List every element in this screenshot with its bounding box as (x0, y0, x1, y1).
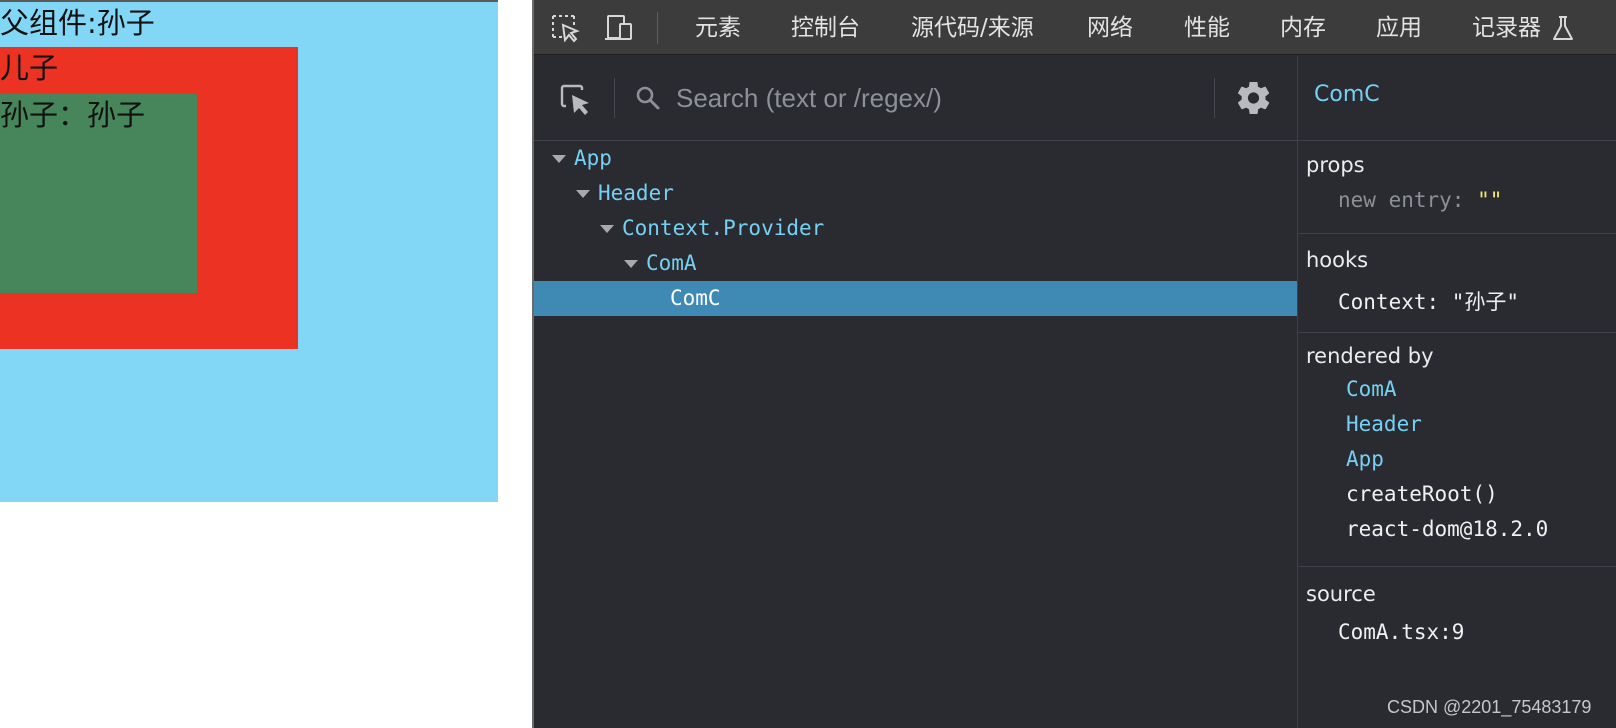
watermark: CSDN @2201_75483179 (1387, 697, 1592, 717)
grandson-component-box: 孙子：孙子 (0, 94, 197, 293)
new-entry-key[interactable]: new entry (1338, 188, 1452, 212)
tree-row-label: App (574, 146, 612, 170)
owner-react-dom: react-dom@18.2.0 (1346, 517, 1549, 541)
selected-component-name: ComC (1314, 82, 1380, 107)
grandson-label: 孙子：孙子 (0, 98, 146, 132)
props-section: props new entry: "" (1298, 141, 1616, 234)
search-separator (614, 78, 615, 118)
component-tree: App Header Context.Provider ComA ComC (534, 141, 1297, 728)
tree-row-label: Context.Provider (622, 216, 825, 240)
component-search-bar (534, 56, 1297, 141)
new-entry-separator: : (1451, 188, 1465, 212)
tree-row-app[interactable]: App (534, 141, 1297, 176)
tab-memory[interactable]: 内存 (1280, 13, 1326, 43)
caret-down-icon[interactable] (576, 190, 590, 198)
rendered-by-section: rendered by ComA Header App createRoot()… (1298, 333, 1616, 567)
tree-row-label: ComC (670, 286, 721, 310)
owner-link-coma[interactable]: ComA (1346, 377, 1397, 401)
search-separator (1214, 78, 1215, 118)
parent-label: 父组件:孙子 (0, 6, 155, 40)
flask-icon[interactable] (1550, 13, 1576, 43)
gear-icon[interactable] (1238, 82, 1270, 114)
source-location[interactable]: ComA.tsx:9 (1338, 620, 1464, 644)
source-title: source (1306, 582, 1376, 606)
owner-link-app[interactable]: App (1346, 447, 1384, 471)
owner-link-header[interactable]: Header (1346, 412, 1422, 436)
inspector-header: ComC (1298, 56, 1616, 141)
caret-down-icon[interactable] (552, 155, 566, 163)
rendered-page: 父组件:孙子 儿子 孙子：孙子 (0, 0, 533, 728)
caret-down-icon[interactable] (624, 260, 638, 268)
owner-create-root: createRoot() (1346, 482, 1498, 506)
tab-application[interactable]: 应用 (1376, 13, 1422, 43)
caret-down-icon[interactable] (600, 225, 614, 233)
devtools-toolbar: 元素 控制台 源代码/来源 网络 性能 内存 应用 记录器 (534, 0, 1616, 55)
tree-row-comc[interactable]: ComC (534, 281, 1297, 316)
tree-row-label: Header (598, 181, 674, 205)
tree-row-coma[interactable]: ComA (534, 246, 1297, 281)
rendered-by-title: rendered by (1306, 344, 1434, 368)
search-icon (634, 84, 662, 112)
son-label: 儿子 (0, 51, 59, 85)
tab-performance[interactable]: 性能 (1184, 13, 1230, 43)
new-entry-value[interactable]: "" (1477, 188, 1502, 212)
toolbar-separator (657, 12, 658, 44)
tab-sources[interactable]: 源代码/来源 (911, 13, 1034, 43)
devtools-panel: 元素 控制台 源代码/来源 网络 性能 内存 应用 记录器 Search (te… (534, 0, 1616, 728)
tree-row-label: ComA (646, 251, 697, 275)
props-title: props (1306, 153, 1365, 177)
tab-console[interactable]: 控制台 (791, 13, 860, 43)
son-component-box: 儿子 孙子：孙子 (0, 47, 298, 349)
tab-elements[interactable]: 元素 (695, 13, 741, 43)
component-search-input[interactable] (676, 76, 1196, 120)
tab-recorder[interactable]: 记录器 (1472, 13, 1541, 43)
element-picker-icon[interactable] (550, 13, 580, 43)
tab-network[interactable]: 网络 (1087, 13, 1133, 43)
component-inspector: ComC props new entry: "" hooks Context: … (1298, 56, 1616, 728)
device-toggle-icon[interactable] (604, 13, 634, 43)
new-prop-entry[interactable]: new entry: "" (1338, 188, 1502, 212)
parent-component-box: 父组件:孙子 儿子 孙子：孙子 (0, 0, 498, 502)
tree-row-header[interactable]: Header (534, 176, 1297, 211)
hook-entry-context[interactable]: Context: "孙子" (1338, 286, 1519, 316)
hooks-title: hooks (1306, 248, 1369, 272)
hooks-section: hooks Context: "孙子" (1298, 234, 1616, 333)
inspect-element-icon[interactable] (558, 82, 594, 118)
tree-row-context-provider[interactable]: Context.Provider (534, 211, 1297, 246)
